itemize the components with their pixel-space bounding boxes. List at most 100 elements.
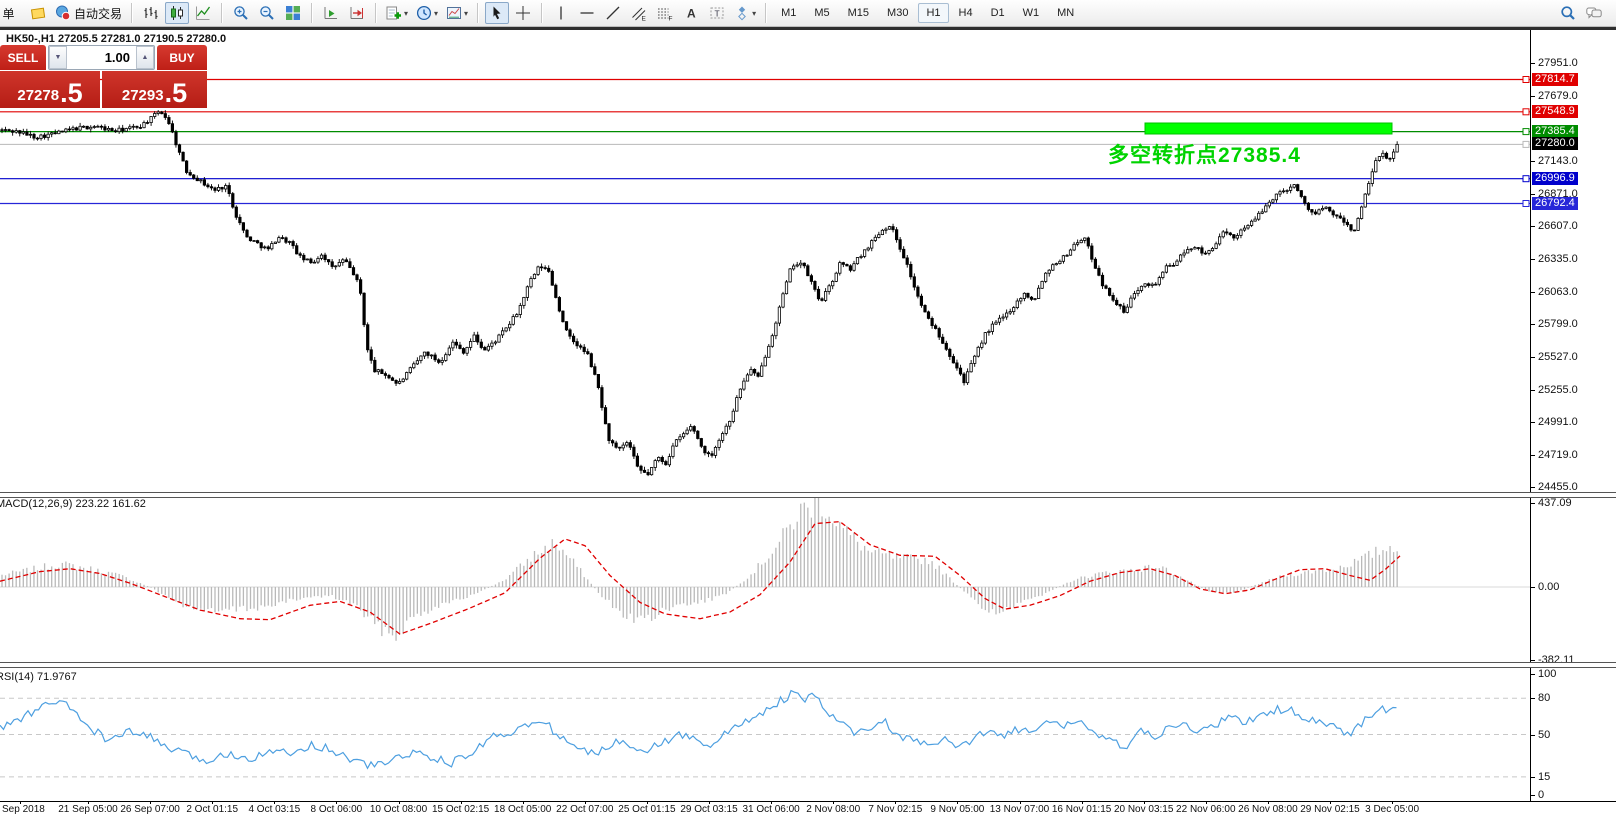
- autotrade-icon: [55, 5, 71, 21]
- rsi-label: RSI(14) 71.9767: [0, 671, 77, 683]
- timeframe-m30[interactable]: M30: [879, 3, 916, 23]
- history-icon[interactable]: [26, 2, 50, 24]
- vertical-line-icon: [553, 5, 569, 21]
- panel-separator[interactable]: [0, 662, 1616, 668]
- sell-button[interactable]: SELL: [0, 45, 46, 70]
- new-chart-icon: [386, 5, 402, 21]
- axis-tick-mark: [1531, 194, 1535, 195]
- time-label: 21 Sep 05:00: [58, 804, 118, 815]
- sell-price-dec: .5: [60, 81, 83, 105]
- time-label: 4 Oct 03:15: [248, 804, 300, 815]
- volume-value[interactable]: 1.00: [67, 46, 136, 69]
- time-label: 22 Oct 07:00: [556, 804, 613, 815]
- rsi-tick: 0: [1538, 789, 1544, 801]
- crosshair-icon[interactable]: [511, 2, 535, 24]
- text-label-icon: T: [709, 5, 725, 21]
- new-chart-icon[interactable]: ▾: [383, 2, 411, 24]
- axis-tick-mark: [1531, 63, 1535, 64]
- toolbar-separator: [311, 3, 313, 23]
- period-icon[interactable]: ▾: [413, 2, 441, 24]
- template-icon: [446, 5, 462, 21]
- zoom-in-icon[interactable]: [229, 2, 253, 24]
- time-label: 13 Nov 07:00: [990, 804, 1050, 815]
- autotrade-icon[interactable]: 自动交易: [52, 2, 125, 24]
- window-border: [0, 27, 1616, 30]
- timeframe-m1[interactable]: M1: [773, 3, 804, 23]
- time-label: 26 Sep 07:00: [120, 804, 180, 815]
- zoom-out-icon: [259, 5, 275, 21]
- volume-stepper: ▼ 1.00 ▲: [48, 45, 155, 70]
- axis-tick-mark: [1531, 292, 1535, 293]
- buy-button[interactable]: BUY: [157, 45, 207, 70]
- timeframe-h4[interactable]: H4: [951, 3, 981, 23]
- timeframe-h1[interactable]: H1: [918, 3, 948, 23]
- fibonacci-icon[interactable]: F: [653, 2, 677, 24]
- buy-price[interactable]: 27293 .5: [102, 71, 207, 108]
- price-tick: 26335.0: [1538, 253, 1578, 265]
- line-chart-icon[interactable]: [191, 2, 215, 24]
- channel-icon[interactable]: E: [627, 2, 651, 24]
- axis-tick-mark: [1531, 795, 1535, 796]
- axis-tick-mark: [1531, 390, 1535, 391]
- shapes-icon[interactable]: ▾: [731, 2, 759, 24]
- horizontal-line-icon: [579, 5, 595, 21]
- text-label-icon[interactable]: T: [705, 2, 729, 24]
- timeframe-mn[interactable]: MN: [1049, 3, 1082, 23]
- cursor-icon[interactable]: [485, 2, 509, 24]
- main-toolbar: 单 自动交易 ▾ ▾ ▾ EFAT ▾ M1M5M15M30H1H4D1W1MN: [0, 0, 1616, 27]
- timeframe-w1[interactable]: W1: [1015, 3, 1048, 23]
- zoom-out-icon[interactable]: [255, 2, 279, 24]
- time-axis[interactable]: Sep 201821 Sep 05:0026 Sep 07:002 Oct 01…: [0, 803, 1616, 816]
- time-label: 7 Nov 02:15: [868, 804, 922, 815]
- horizontal-line-icon[interactable]: [575, 2, 599, 24]
- vertical-line-icon[interactable]: [549, 2, 573, 24]
- sell-price[interactable]: 27278 .5: [0, 71, 100, 108]
- time-label: 18 Oct 05:00: [494, 804, 551, 815]
- pivot-annotation[interactable]: 多空转折点27385.4: [1108, 139, 1301, 169]
- sell-price-int: 27278: [17, 88, 59, 103]
- dropdown-arrow-icon[interactable]: ▾: [752, 9, 756, 18]
- axis-tick-mark: [1531, 455, 1535, 456]
- crosshair-icon: [515, 5, 531, 21]
- panel-separator[interactable]: [0, 492, 1616, 498]
- time-label: 29 Nov 02:15: [1300, 804, 1360, 815]
- price-line-badge: 27385.4: [1532, 125, 1578, 138]
- search-icon[interactable]: [1556, 2, 1580, 24]
- text-icon[interactable]: A: [679, 2, 703, 24]
- autoscroll-icon: [323, 5, 339, 21]
- volume-decrease-button[interactable]: ▼: [49, 46, 67, 69]
- timeframe-d1[interactable]: D1: [983, 3, 1013, 23]
- price-line-badge: 26792.4: [1532, 197, 1578, 210]
- chart-canvas[interactable]: [0, 0, 1616, 816]
- price-tick: 24991.0: [1538, 416, 1578, 428]
- autoscroll-icon[interactable]: [319, 2, 343, 24]
- one-click-trade-panel: SELL ▼ 1.00 ▲ BUY 27278 .5 27293 .5: [0, 45, 207, 108]
- axis-tick-mark: [1531, 735, 1535, 736]
- time-label: 22 Nov 06:00: [1176, 804, 1236, 815]
- price-axis[interactable]: 27951.027679.027143.026871.026607.026335…: [1531, 30, 1616, 801]
- candles-chart-icon[interactable]: [165, 2, 189, 24]
- bars-chart-icon[interactable]: [139, 2, 163, 24]
- rsi-tick: 15: [1538, 771, 1550, 783]
- template-icon[interactable]: ▾: [443, 2, 471, 24]
- time-label: 26 Nov 08:00: [1238, 804, 1298, 815]
- chart-shift-icon[interactable]: [345, 2, 369, 24]
- new-order-partial-label[interactable]: 单: [0, 2, 24, 24]
- price-line-badge: 26996.9: [1532, 172, 1578, 185]
- chat-icon[interactable]: [1582, 2, 1606, 24]
- trendline-icon: [605, 5, 621, 21]
- buy-price-dec: .5: [165, 81, 188, 105]
- macd-tick: 0.00: [1538, 581, 1559, 593]
- axis-tick-mark: [1531, 324, 1535, 325]
- price-line-badge: 27548.9: [1532, 105, 1578, 118]
- timeframe-m5[interactable]: M5: [806, 3, 837, 23]
- tile-windows-icon[interactable]: [281, 2, 305, 24]
- trendline-icon[interactable]: [601, 2, 625, 24]
- timeframe-m15[interactable]: M15: [840, 3, 877, 23]
- dropdown-arrow-icon[interactable]: ▾: [434, 9, 438, 18]
- axis-tick-mark: [1531, 503, 1535, 504]
- volume-increase-button[interactable]: ▲: [136, 46, 154, 69]
- dropdown-arrow-icon[interactable]: ▾: [404, 9, 408, 18]
- time-label: 25 Oct 01:15: [618, 804, 675, 815]
- dropdown-arrow-icon[interactable]: ▾: [464, 9, 468, 18]
